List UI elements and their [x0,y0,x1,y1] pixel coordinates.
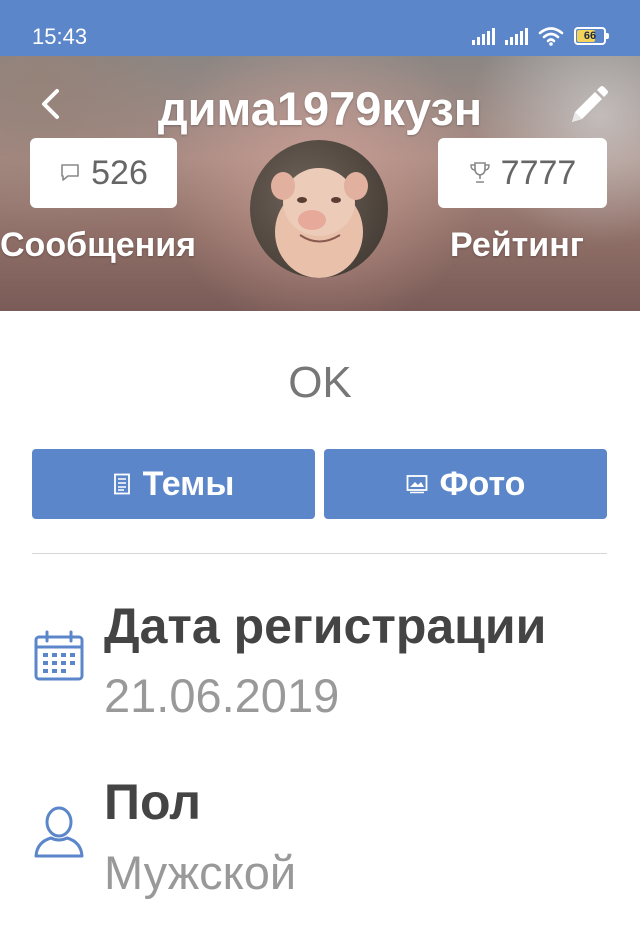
status-icons: 66 [472,22,609,50]
wifi-icon [538,27,564,46]
speech-bubble-icon [61,164,79,181]
avatar[interactable] [250,140,388,278]
messages-label: Сообщения [0,226,196,264]
status-time: 15:43 [32,24,88,49]
rating-count: 7777 [500,153,577,192]
photo-button-label: Фото [439,464,526,503]
signal-icon [505,27,528,45]
status-bar: 15:43 66 [0,0,640,56]
calendar-icon [34,630,84,681]
photo-button[interactable]: Фото [324,449,607,519]
user-icon [34,806,84,858]
back-button[interactable] [30,84,70,124]
gender-value: Мужской [104,846,297,899]
battery-level: 66 [583,29,597,42]
profile-header: дима1979кузн 526 7777 Сообщения Рейтинг [0,56,640,311]
rating-label: Рейтинг [450,226,584,264]
messages-stat[interactable]: 526 [30,138,177,208]
trophy-icon [469,162,490,183]
divider [32,553,607,554]
topics-button[interactable]: Темы [32,449,315,519]
chevron-left-icon [42,89,59,119]
topics-button-label: Темы [142,464,235,503]
registration-date-label: Дата регистрации [104,598,547,654]
gender-label: Пол [104,774,201,830]
battery-icon: 66 [574,27,609,45]
messages-count: 526 [91,153,148,192]
document-icon [113,473,130,495]
image-icon [406,475,427,494]
edit-profile-button[interactable] [566,84,610,128]
signal-icon [472,27,495,45]
avatar-image [271,168,368,278]
registration-date-value: 21.06.2019 [104,669,340,722]
profile-username: дима1979кузн [157,82,483,135]
status-text: OK [288,358,352,407]
pencil-icon [572,86,608,122]
rating-stat[interactable]: 7777 [438,138,607,208]
